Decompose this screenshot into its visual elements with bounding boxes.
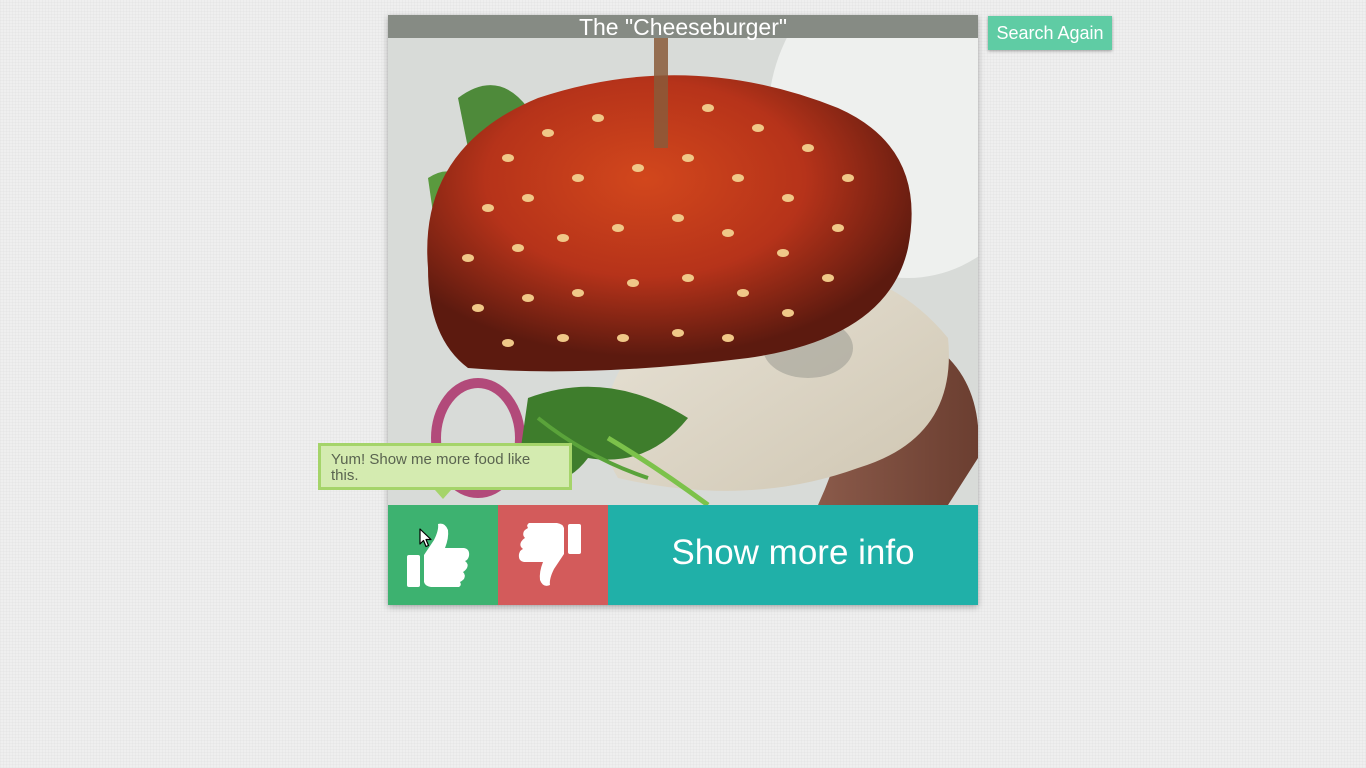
food-card: The "Cheeseburger" Show more info [388, 15, 978, 605]
food-title: The "Cheeseburger" [388, 15, 978, 39]
dislike-button[interactable] [498, 505, 608, 605]
action-bar: Show more info [388, 505, 978, 605]
tooltip-arrow [435, 490, 451, 499]
like-tooltip: Yum! Show me more food like this. [318, 443, 572, 490]
burger-image [388, 38, 978, 505]
like-button[interactable] [388, 505, 498, 605]
food-photo [388, 38, 978, 505]
mouse-cursor-icon [419, 528, 432, 553]
show-more-info-button[interactable]: Show more info [608, 505, 978, 605]
search-again-button[interactable]: Search Again [988, 16, 1112, 50]
